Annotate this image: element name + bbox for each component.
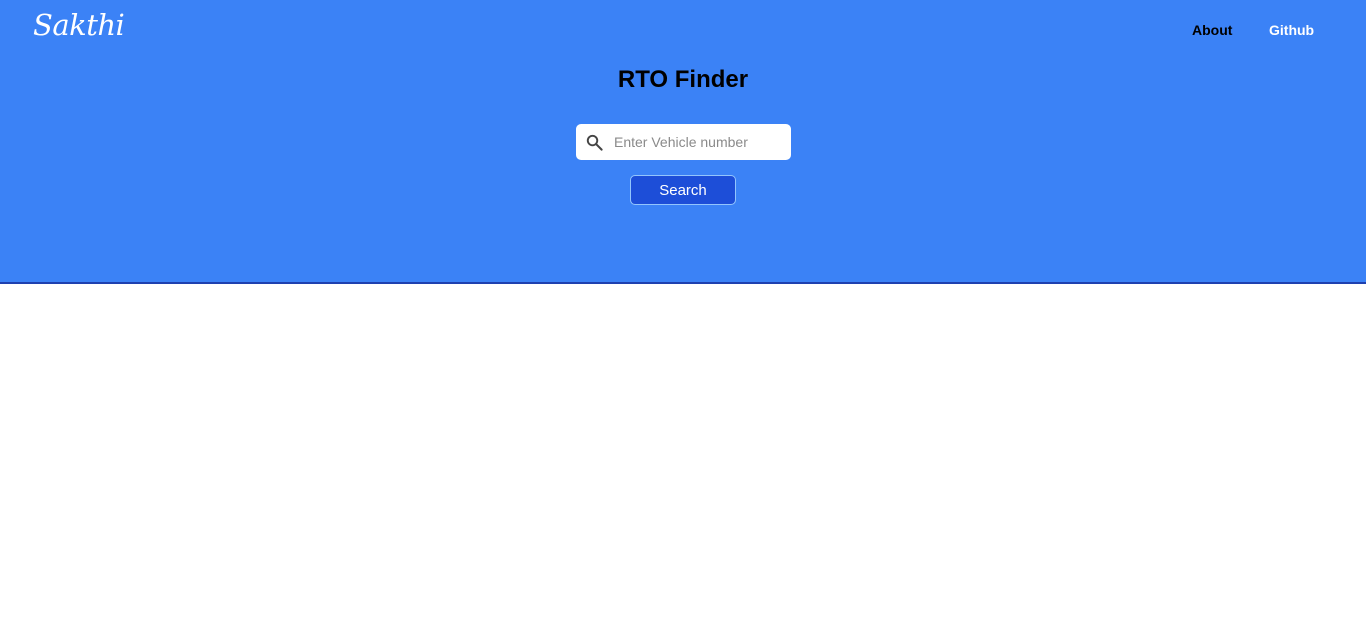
search-button[interactable]: Search [630,175,736,205]
search-box [576,124,791,160]
hero-section: Sakthi About Github RTO Finder Search [0,0,1366,284]
vehicle-number-input[interactable] [614,124,784,160]
logo[interactable]: Sakthi [33,8,125,42]
nav-about-link[interactable]: About [1192,22,1232,38]
nav-github-link[interactable]: Github [1269,22,1314,38]
search-icon [586,134,603,151]
page-title: RTO Finder [617,66,749,93]
